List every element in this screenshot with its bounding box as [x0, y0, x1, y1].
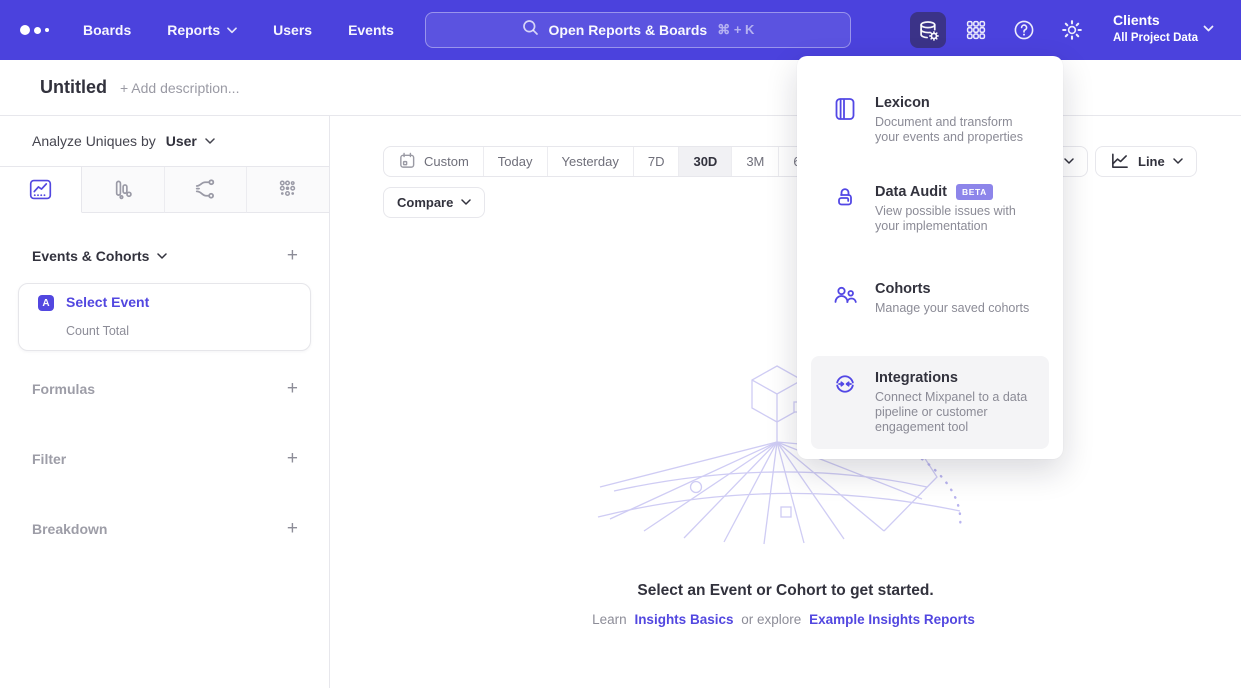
query-sidebar: Analyze Uniques by User: [0, 116, 330, 688]
range-custom[interactable]: Custom: [384, 147, 483, 176]
menu-item-data-audit[interactable]: Data Audit BETA View possible issues wit…: [811, 170, 1049, 248]
count-total-label[interactable]: Count Total: [66, 324, 129, 338]
event-card[interactable]: A Select Event Count Total: [18, 283, 311, 351]
range-3m[interactable]: 3M: [731, 147, 778, 176]
events-cohorts-header: Events & Cohorts +: [32, 245, 300, 267]
analyze-uniques-selector[interactable]: Analyze Uniques by User: [0, 116, 329, 167]
data-management-menu: Lexicon Document and transform your even…: [797, 56, 1063, 459]
chevron-down-icon: [1203, 25, 1214, 33]
lexicon-book-icon: [832, 96, 858, 127]
apps-grid-icon[interactable]: [958, 12, 994, 48]
settings-gear-icon[interactable]: [1054, 12, 1090, 48]
tab-flows[interactable]: [165, 167, 247, 213]
tab-retention[interactable]: [247, 167, 329, 213]
empty-state-title: Select an Event or Cohort to get started…: [330, 582, 1241, 600]
insights-basics-link[interactable]: Insights Basics: [634, 612, 733, 627]
chevron-down-icon: [1064, 158, 1074, 165]
example-insights-reports-link[interactable]: Example Insights Reports: [809, 612, 975, 627]
top-navbar: Boards Reports Users Events Open Reports…: [0, 0, 1241, 60]
nav-item-users[interactable]: Users: [273, 22, 312, 38]
chevron-down-icon: [205, 138, 215, 145]
integrations-sync-icon: [832, 371, 858, 402]
analyze-label: Analyze Uniques by: [32, 133, 156, 149]
search-shortcut: ⌘ + K: [717, 22, 754, 38]
mixpanel-logo-icon[interactable]: [20, 0, 49, 60]
nav-item-reports[interactable]: Reports: [167, 22, 237, 38]
menu-item-integrations[interactable]: Integrations Connect Mixpanel to a data …: [811, 356, 1049, 449]
range-7d[interactable]: 7D: [633, 147, 679, 176]
analyze-value: User: [166, 133, 197, 149]
event-letter-badge: A: [38, 295, 54, 311]
line-chart-icon: [1109, 151, 1130, 173]
search-icon: [522, 19, 539, 41]
report-title[interactable]: Untitled: [40, 77, 107, 98]
add-event-button[interactable]: +: [285, 247, 300, 265]
search-placeholder: Open Reports & Boards: [549, 22, 708, 38]
compare-dropdown[interactable]: Compare: [383, 187, 485, 218]
filter-section: Filter +: [32, 448, 300, 470]
select-event-label[interactable]: Select Event: [66, 294, 149, 310]
nav-item-events[interactable]: Events: [348, 22, 394, 38]
cohorts-people-icon: [832, 282, 858, 313]
help-icon[interactable]: [1006, 12, 1042, 48]
formulas-section: Formulas +: [32, 378, 300, 400]
date-range-control: Custom Today Yesterday 7D 30D 3M 6M: [383, 146, 826, 177]
app-frame: Boards Reports Users Events Open Reports…: [0, 0, 1241, 688]
primary-nav: Boards Reports Users Events: [83, 0, 394, 60]
add-filter-button[interactable]: +: [285, 450, 300, 468]
data-audit-icon: [832, 185, 858, 216]
range-today[interactable]: Today: [483, 147, 547, 176]
events-cohorts-toggle[interactable]: Events & Cohorts: [32, 248, 167, 264]
report-description-placeholder[interactable]: + Add description...: [120, 80, 239, 96]
range-yesterday[interactable]: Yesterday: [547, 147, 633, 176]
project-name: Clients: [1113, 11, 1198, 30]
chart-type-tabs: [0, 167, 329, 213]
data-management-icon[interactable]: [910, 12, 946, 48]
range-30d-selected[interactable]: 30D: [678, 147, 731, 176]
add-formula-button[interactable]: +: [285, 380, 300, 398]
project-selector[interactable]: Clients All Project Data: [1113, 11, 1198, 47]
beta-badge: BETA: [956, 184, 993, 200]
menu-item-lexicon[interactable]: Lexicon Document and transform your even…: [811, 81, 1049, 159]
empty-state-links: Learn Insights Basics or explore Example…: [330, 612, 1241, 627]
chevron-down-icon: [1173, 158, 1183, 165]
project-scope: All Project Data: [1113, 30, 1198, 47]
breakdown-section: Breakdown +: [32, 518, 300, 540]
tab-funnels[interactable]: [82, 167, 164, 213]
chevron-down-icon: [461, 199, 471, 206]
calendar-icon: [398, 151, 416, 173]
tab-insights-line[interactable]: [0, 167, 82, 213]
menu-item-cohorts[interactable]: Cohorts Manage your saved cohorts: [811, 267, 1049, 330]
nav-item-boards[interactable]: Boards: [83, 22, 131, 38]
chevron-down-icon: [227, 27, 237, 34]
report-canvas: Custom Today Yesterday 7D 30D 3M 6M Comp…: [330, 116, 1241, 688]
add-breakdown-button[interactable]: +: [285, 520, 300, 538]
global-search-input[interactable]: Open Reports & Boards ⌘ + K: [425, 12, 851, 48]
chart-type-dropdown[interactable]: Line: [1095, 146, 1197, 177]
chevron-down-icon: [157, 253, 167, 260]
